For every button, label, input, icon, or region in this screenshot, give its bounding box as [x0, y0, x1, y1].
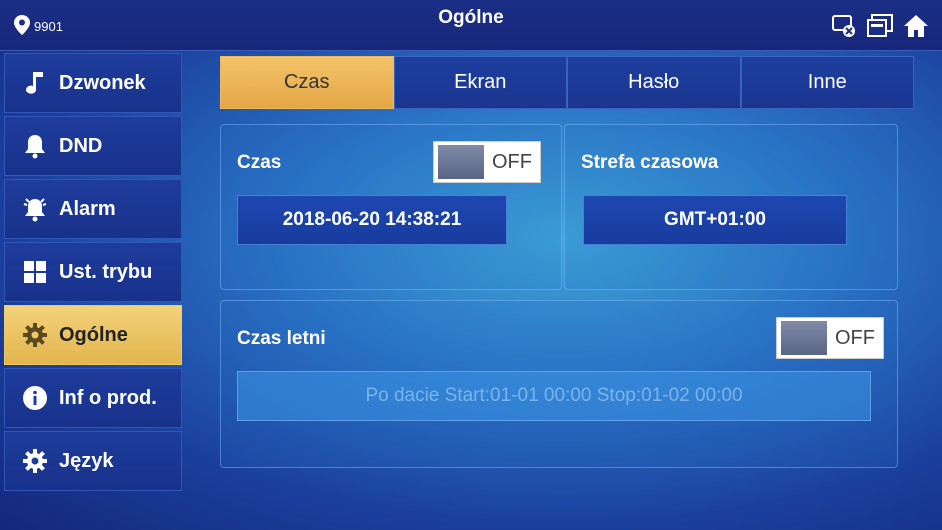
tab-czas[interactable]: Czas — [220, 56, 394, 109]
sidebar-item-label: Dzwonek — [59, 71, 146, 94]
toggle-knob — [781, 321, 827, 355]
dst-panel: Czas letni OFF Po dacie Start:01-01 00:0… — [220, 300, 898, 468]
tab-ekran[interactable]: Ekran — [393, 56, 567, 109]
time-auto-toggle[interactable]: OFF — [433, 141, 541, 183]
sidebar-item-label: Inf o prod. — [59, 386, 157, 409]
sidebar-item-label: DND — [59, 134, 103, 157]
sidebar-item-dzwonek[interactable]: Dzwonek — [4, 53, 182, 113]
dst-toggle[interactable]: OFF — [776, 317, 884, 359]
time-panel: Czas OFF 2018-06-20 14:38:21 — [220, 124, 562, 290]
sidebar-item-jezyk[interactable]: Język — [4, 431, 182, 491]
toggle-state: OFF — [492, 150, 532, 173]
sidebar-item-label: Język — [59, 449, 114, 472]
tab-inne[interactable]: Inne — [740, 56, 914, 109]
grid-icon — [21, 258, 49, 286]
timezone-panel: Strefa czasowa GMT+01:00 — [564, 124, 898, 290]
sidebar-item-ogolne[interactable]: Ogólne — [4, 305, 182, 365]
sidebar-item-inf-o-prod[interactable]: Inf o prod. — [4, 368, 182, 428]
network-status-icon[interactable] — [830, 12, 858, 40]
tab-haslo[interactable]: Hasło — [567, 56, 741, 109]
sidebar-item-ust-trybu[interactable]: Ust. trybu — [4, 242, 182, 302]
music-note-icon — [21, 69, 49, 97]
toggle-state: OFF — [835, 326, 875, 349]
page-title: Ogólne — [438, 7, 504, 28]
gear-icon — [21, 447, 49, 475]
info-icon — [21, 384, 49, 412]
alarm-bell-icon — [21, 195, 49, 223]
sidebar-item-alarm[interactable]: Alarm — [4, 179, 182, 239]
device-icon[interactable] — [866, 12, 894, 40]
datetime-field[interactable]: 2018-06-20 14:38:21 — [237, 195, 507, 245]
time-label: Czas — [237, 152, 282, 173]
gear-icon — [21, 321, 49, 349]
tab-bar: Czas Ekran Hasło Inne — [220, 56, 914, 109]
sidebar-item-label: Alarm — [59, 197, 116, 220]
timezone-select[interactable]: GMT+01:00 — [583, 195, 847, 245]
dst-range-field: Po dacie Start:01-01 00:00 Stop:01-02 00… — [237, 371, 871, 421]
sidebar-item-label: Ust. trybu — [59, 260, 153, 283]
toggle-knob — [438, 145, 484, 179]
bell-mute-icon — [21, 132, 49, 160]
home-icon[interactable] — [902, 12, 930, 40]
sidebar-item-dnd[interactable]: DND — [4, 116, 182, 176]
sidebar-item-label: Ogólne — [59, 323, 128, 346]
top-bar: 9901 Ogólne — [0, 0, 942, 51]
dst-label: Czas letni — [237, 328, 326, 349]
timezone-label: Strefa czasowa — [581, 152, 719, 173]
